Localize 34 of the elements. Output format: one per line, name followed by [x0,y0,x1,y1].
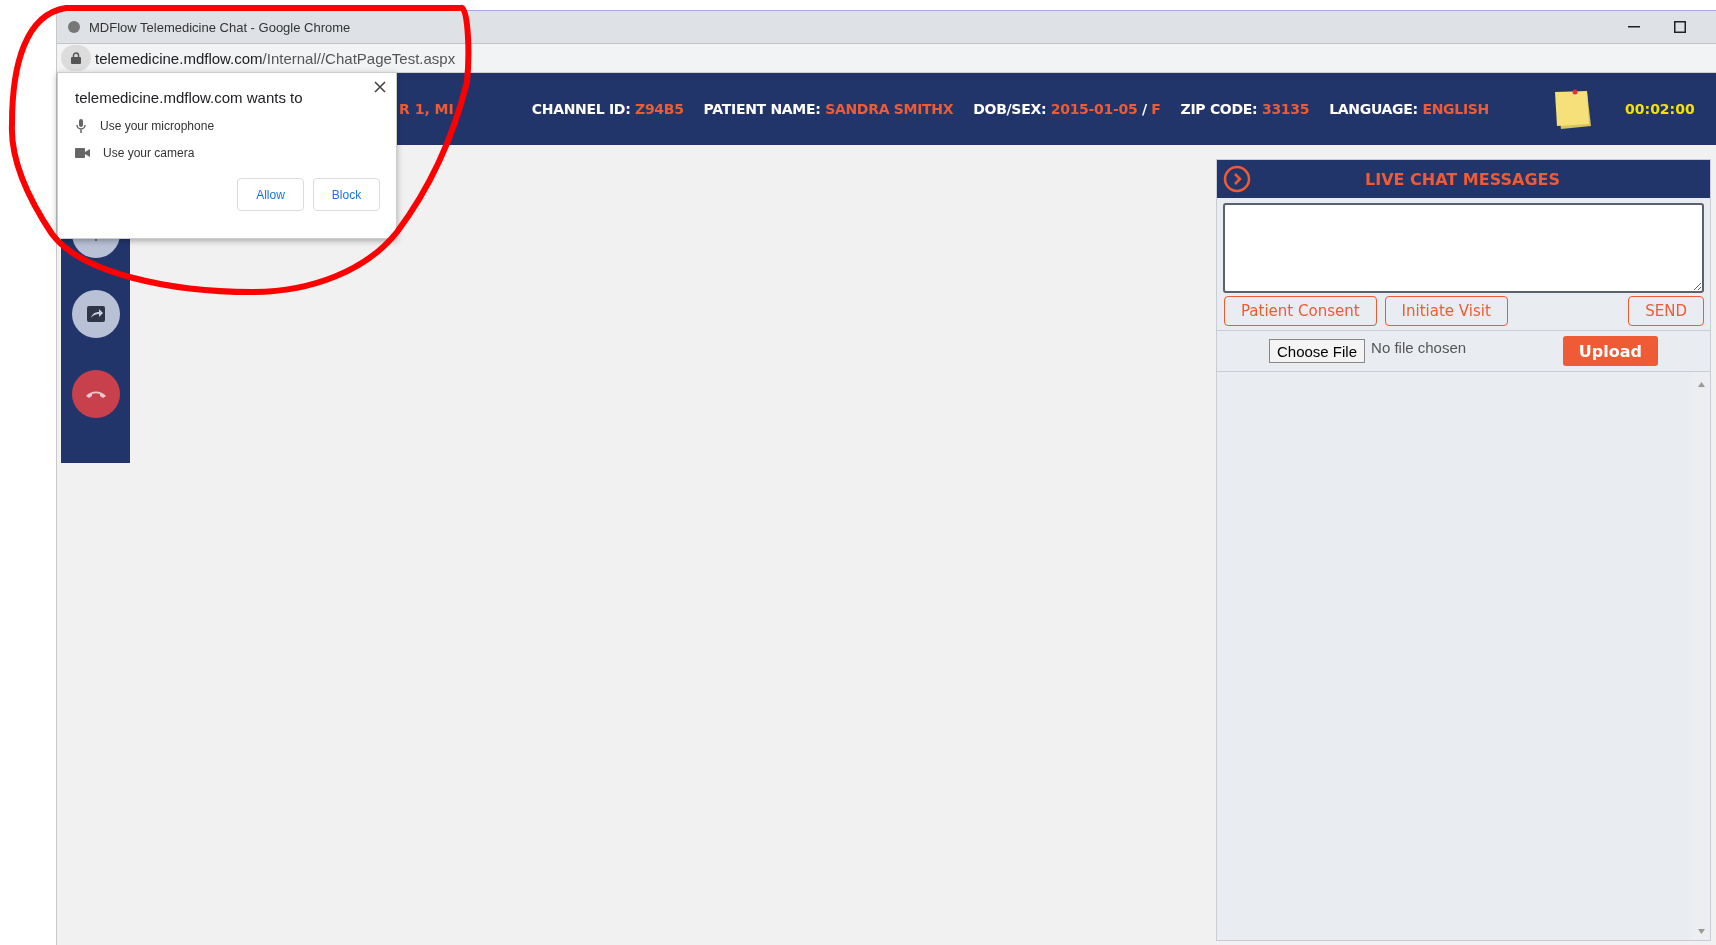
message-field[interactable] [1223,203,1704,293]
close-icon[interactable] [374,81,386,93]
address-field[interactable]: telemedicine.mdflow.com/Internal//ChatPageTest.aspx [95,49,456,67]
maximize-icon[interactable] [1674,21,1686,33]
choose-file-button[interactable]: Choose File [1269,339,1366,363]
hang-up-button[interactable] [71,370,120,418]
share-screen-icon [85,305,106,323]
call-timer: 00:02:00 [1625,101,1695,117]
send-button[interactable]: SEND [1628,296,1704,326]
permission-text: Use your microphone [100,119,215,133]
chat-title: LIVE CHAT MESSAGES [1364,169,1561,189]
camera-icon [75,148,90,158]
header-field: ZIP CODE: 33135 [1180,101,1310,117]
minimize-icon[interactable] [1628,26,1640,28]
header-field: CHANNEL ID: Z94B5 [531,101,684,117]
microphone-icon [75,118,87,134]
permission-text: Use your camera [103,146,195,160]
popup-title: telemedicine.mdflow.com wants to [75,89,304,106]
upload-button[interactable]: Upload [1562,336,1658,366]
file-status: No file chosen [1371,338,1467,356]
header-field: PATIENT NAME: SANDRA SMITHX [703,101,954,117]
header-field: LANGUAGE: ENGLISH [1329,101,1490,117]
lock-icon[interactable] [61,45,91,71]
window-title: MDFlow Telemedicine Chat - Google Chrome [89,19,352,35]
header-field: DOB/SEX: 2015-01-05 / F [973,101,1161,117]
popup-button[interactable]: Allow [237,178,304,211]
action-button[interactable]: Initiate Visit [1384,296,1508,326]
action-button[interactable]: Patient Consent [1224,296,1377,326]
call-control-button[interactable] [71,290,120,338]
browser-icon [67,20,81,34]
hang-up-icon [84,389,107,399]
chevron-circle-icon[interactable] [1223,165,1251,193]
header-text: R 1, MI [399,101,454,117]
popup-button[interactable]: Block [313,178,380,211]
